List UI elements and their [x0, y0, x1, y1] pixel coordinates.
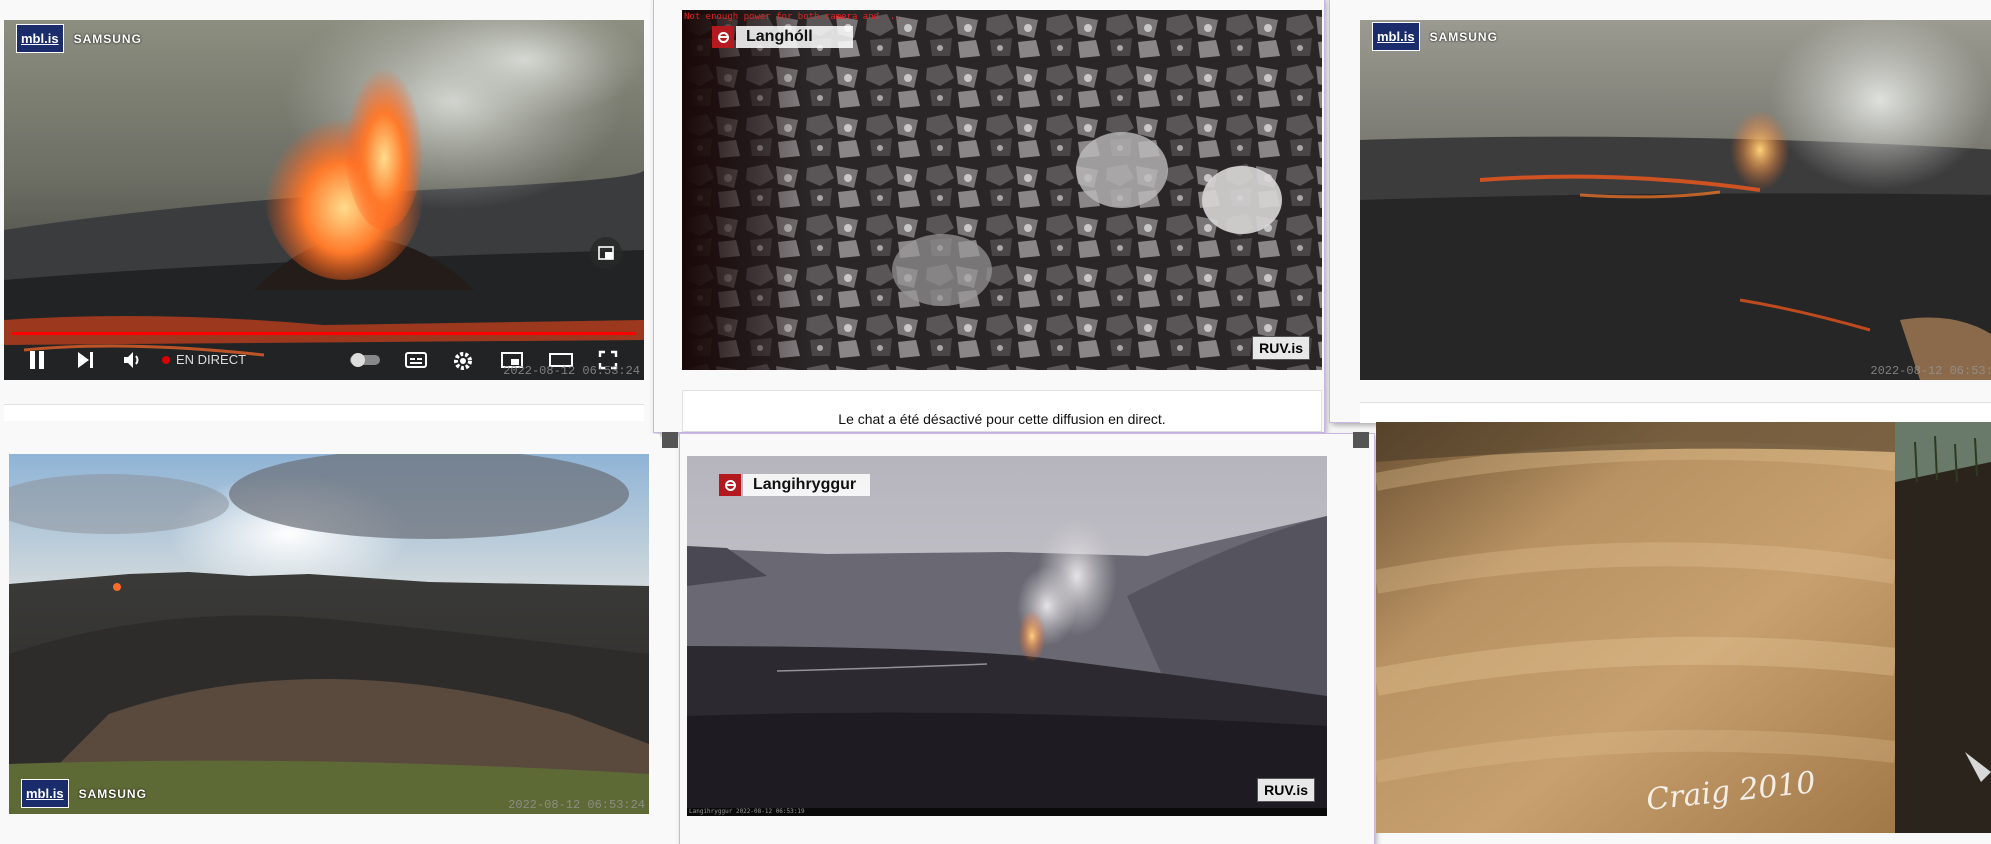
mbl-brand-badge: mbl.is SAMSUNG [21, 779, 147, 808]
window-resize-handle[interactable] [662, 432, 678, 448]
video-window-3[interactable]: mbl.is SAMSUNG 2022-08-12 06:53:2 [1330, 0, 1991, 423]
mbl-logo: mbl.is [21, 779, 69, 808]
mountain-landscape-scene [9, 454, 649, 814]
ruv-logo: RUV.is [1252, 336, 1310, 360]
lava-rock-closeup-scene [682, 10, 1322, 370]
next-icon[interactable] [76, 350, 94, 370]
volcano-eruption-scene [4, 20, 644, 380]
chat-disabled-message: Le chat a été désactivé pour cette diffu… [838, 411, 1166, 427]
mbl-logo: mbl.is [1372, 22, 1420, 51]
ruv-icon [712, 26, 734, 48]
video-player-2[interactable]: Not enough power for both camera and ...… [682, 10, 1322, 370]
mbl-brand-badge: mbl.is SAMSUNG [16, 24, 142, 53]
picture-in-picture-icon[interactable] [590, 237, 622, 269]
ruv-icon [719, 474, 741, 496]
lava-field-scene [1360, 20, 1991, 380]
video-timestamp: 2022-08-12 06:53:24 [508, 798, 645, 812]
volume-icon[interactable] [122, 350, 144, 370]
ruv-logo: RUV.is [1257, 778, 1315, 802]
video-player-1[interactable]: mbl.is SAMSUNG EN DIRECT 2022-08-12 06:5… [4, 20, 644, 380]
live-dot-icon [162, 355, 170, 364]
power-warning-text: Not enough power for both camera and ... [684, 12, 901, 22]
chat-disabled-panel: Le chat a été désactivé pour cette diffu… [682, 390, 1322, 432]
video-player-5[interactable]: Langihryggur RUV.is Langihryggur 2022-08… [687, 456, 1327, 816]
window-resize-handle[interactable] [1353, 432, 1369, 448]
video-player-3[interactable]: mbl.is SAMSUNG 2022-08-12 06:53:2 [1360, 20, 1991, 380]
samsung-logo: SAMSUNG [1429, 29, 1498, 44]
live-indicator[interactable]: EN DIRECT [162, 352, 246, 367]
camera-name-tag: Langihryggur [719, 474, 871, 496]
samsung-logo: SAMSUNG [78, 786, 147, 801]
video-player-4[interactable]: mbl.is SAMSUNG 2022-08-12 06:53:24 [9, 454, 649, 814]
camera-name: Langhóll [736, 26, 853, 48]
autoplay-toggle-icon[interactable] [348, 350, 382, 370]
side-artwork-panel [1895, 422, 1991, 833]
mbl-brand-badge: mbl.is SAMSUNG [1372, 22, 1498, 51]
live-label: EN DIRECT [176, 352, 247, 367]
gear-icon[interactable] [452, 350, 474, 372]
artwork-panel[interactable]: Craig 2010 [1376, 422, 1895, 833]
below-video-panel [1360, 402, 1991, 423]
video-window-1[interactable]: mbl.is SAMSUNG EN DIRECT 2022-08-12 06:5… [0, 0, 652, 421]
video-window-2[interactable]: Not enough power for both camera and ...… [654, 0, 1324, 432]
below-video-panel [4, 404, 644, 421]
video-window-4[interactable]: mbl.is SAMSUNG 2022-08-12 06:53:24 [0, 434, 660, 834]
progress-bar[interactable] [12, 332, 636, 335]
bottom-caption-bar: Langihryggur 2022-08-12 06:53:19 [687, 808, 1327, 816]
video-window-5[interactable]: Langihryggur RUV.is Langihryggur 2022-08… [662, 432, 1374, 844]
mbl-logo: mbl.is [16, 24, 64, 53]
subtitles-icon[interactable] [404, 350, 428, 370]
samsung-logo: SAMSUNG [73, 31, 142, 46]
pause-icon[interactable] [28, 350, 46, 370]
eruption-valley-scene [687, 456, 1327, 816]
camera-name: Langihryggur [743, 474, 871, 496]
dark-cliff-scene [1895, 422, 1991, 833]
camera-name-tag: Langhóll [712, 26, 853, 48]
video-timestamp: 2022-08-12 06:53:24 [503, 364, 640, 378]
bottom-caption: Langihryggur 2022-08-12 06:53:19 [689, 808, 805, 815]
sand-texture-scene [1376, 422, 1895, 833]
video-window-6[interactable]: Craig 2010 [1376, 422, 1991, 833]
video-timestamp: 2022-08-12 06:53:2 [1870, 364, 1991, 378]
